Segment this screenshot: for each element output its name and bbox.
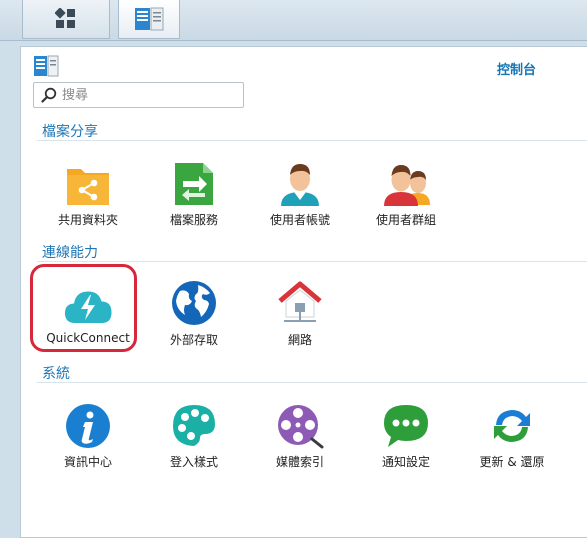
control-panel-app-icon — [135, 7, 164, 31]
control-panel-task-button[interactable] — [118, 0, 180, 39]
item-label: 檔案服務 — [169, 213, 218, 227]
palette-icon — [173, 405, 215, 446]
section-divider — [37, 261, 587, 262]
item-user[interactable]: 使用者帳號 — [247, 155, 353, 228]
main-menu-button[interactable] — [22, 0, 110, 39]
quickconnect-highlight — [30, 264, 137, 352]
refresh-icon — [494, 410, 530, 442]
item-shared-folder[interactable]: 共用資料夾 — [35, 155, 141, 228]
item-label: 使用者帳號 — [269, 213, 330, 227]
section-divider — [37, 140, 587, 141]
film-reel-icon — [278, 405, 324, 449]
section-title-file-sharing: 檔案分享 — [42, 124, 98, 140]
item-notification[interactable]: 通知設定 — [353, 397, 459, 470]
item-label: 更新 & 還原 — [479, 455, 545, 469]
item-label: 共用資料夾 — [57, 213, 118, 227]
item-update-restore[interactable]: 更新 & 還原 — [459, 397, 565, 470]
section-title-connectivity: 連線能力 — [42, 245, 98, 261]
search-box[interactable] — [33, 82, 244, 108]
info-icon — [66, 404, 110, 448]
chat-bubble-icon — [384, 405, 428, 447]
file-services-icon — [175, 163, 213, 205]
item-file-services[interactable]: 檔案服務 — [141, 155, 247, 228]
user-icon — [281, 164, 319, 206]
search-input[interactable] — [62, 86, 232, 104]
item-label: 媒體索引 — [275, 455, 324, 469]
main-menu-icon — [55, 8, 75, 28]
network-home-icon — [278, 281, 322, 322]
window-header: 控制台 — [21, 47, 587, 83]
search-icon — [41, 87, 57, 103]
item-label: 網路 — [287, 333, 312, 347]
taskbar — [0, 0, 587, 41]
item-info-center[interactable]: 資訊中心 — [35, 397, 141, 470]
item-label: 資訊中心 — [63, 455, 112, 469]
section-divider — [37, 382, 587, 383]
item-external-access[interactable]: 外部存取 — [141, 275, 247, 348]
item-media-index[interactable]: 媒體索引 — [247, 397, 353, 470]
item-user-group[interactable]: 使用者群組 — [353, 155, 459, 228]
globe-icon — [172, 281, 216, 325]
window-title: 控制台 — [497, 63, 537, 78]
item-label: 使用者群組 — [375, 213, 436, 227]
item-label: 通知設定 — [381, 455, 430, 469]
shared-folder-icon — [67, 169, 109, 205]
section-title-system: 系統 — [42, 366, 70, 382]
item-label: 外部存取 — [169, 333, 218, 347]
group-icon — [384, 165, 430, 206]
item-label: 登入樣式 — [169, 455, 218, 469]
item-login-style[interactable]: 登入樣式 — [141, 397, 247, 470]
control-panel-window-icon — [34, 55, 59, 77]
item-network[interactable]: 網路 — [247, 275, 353, 348]
